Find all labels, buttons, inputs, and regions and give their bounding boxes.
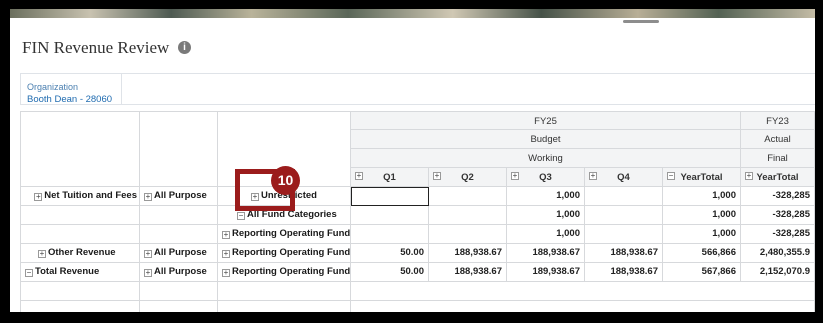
pov-divider bbox=[121, 74, 122, 105]
page-title: FIN Revenue Review bbox=[22, 38, 170, 57]
empty-cell bbox=[218, 282, 351, 301]
expand-icon[interactable]: + bbox=[589, 172, 597, 180]
column-header-year: FY25 bbox=[351, 111, 741, 130]
row-header-purpose bbox=[140, 225, 218, 244]
expand-icon[interactable]: + bbox=[355, 172, 363, 180]
data-cell[interactable]: -328,285 bbox=[741, 206, 815, 225]
expand-icon[interactable]: + bbox=[144, 269, 152, 277]
empty-cell bbox=[20, 301, 140, 312]
data-cell[interactable] bbox=[351, 225, 429, 244]
data-cell[interactable] bbox=[429, 206, 507, 225]
expand-icon[interactable]: + bbox=[222, 231, 230, 239]
row-header-account bbox=[20, 206, 140, 225]
column-header-scenario: Budget bbox=[351, 130, 741, 149]
grid-corner bbox=[20, 111, 140, 187]
data-cell[interactable]: 1,000 bbox=[507, 225, 585, 244]
expand-icon[interactable]: + bbox=[144, 193, 152, 201]
data-cell[interactable]: 188,938.67 bbox=[429, 244, 507, 263]
screenshot-frame: FIN Revenue Review i Organization Booth … bbox=[3, 3, 820, 320]
header-banner-image bbox=[10, 9, 815, 18]
column-header-period[interactable]: + YearTotal bbox=[741, 168, 815, 187]
row-header-account[interactable]: + Other Revenue bbox=[20, 244, 140, 263]
data-cell[interactable] bbox=[429, 225, 507, 244]
expand-icon[interactable]: + bbox=[38, 250, 46, 258]
expand-icon[interactable]: + bbox=[222, 250, 230, 258]
row-header-account[interactable]: − Total Revenue bbox=[20, 263, 140, 282]
data-cell[interactable]: 189,938.67 bbox=[507, 263, 585, 282]
data-cell[interactable]: 188,938.67 bbox=[429, 263, 507, 282]
row-header-purpose[interactable]: + All Purpose bbox=[140, 263, 218, 282]
data-cell[interactable] bbox=[585, 206, 663, 225]
data-cell[interactable]: 1,000 bbox=[663, 225, 741, 244]
empty-cell bbox=[218, 301, 351, 312]
data-cell[interactable]: 1,000 bbox=[507, 187, 585, 206]
data-cell[interactable] bbox=[351, 187, 429, 206]
data-cell[interactable]: 1,000 bbox=[663, 187, 741, 206]
row-header-fund[interactable]: + Reporting Operating Fund bbox=[218, 244, 351, 263]
pov-organization-value[interactable]: Booth Dean - 28060 bbox=[27, 94, 112, 105]
expand-icon[interactable]: + bbox=[222, 269, 230, 277]
pov-organization-label: Organization bbox=[27, 82, 79, 92]
empty-cell bbox=[351, 282, 815, 301]
row-header-fund[interactable]: + Reporting Operating Fund bbox=[218, 263, 351, 282]
row-header-purpose[interactable]: + All Purpose bbox=[140, 244, 218, 263]
column-header-period[interactable]: + Q2 bbox=[429, 168, 507, 187]
data-cell[interactable]: 1,000 bbox=[663, 206, 741, 225]
expand-icon[interactable]: + bbox=[433, 172, 441, 180]
data-cell[interactable]: 1,000 bbox=[507, 206, 585, 225]
column-header-version: Final bbox=[741, 149, 815, 168]
data-cell[interactable]: 188,938.67 bbox=[585, 263, 663, 282]
collapse-icon[interactable]: − bbox=[25, 269, 33, 277]
collapse-icon[interactable]: − bbox=[667, 172, 675, 180]
column-header-period[interactable]: − YearTotal bbox=[663, 168, 741, 187]
row-header-account[interactable]: + Net Tuition and Fees bbox=[20, 187, 140, 206]
empty-cell bbox=[351, 301, 815, 312]
data-grid: FY25 FY23 Budget Actual Working Final + Q… bbox=[20, 111, 815, 312]
column-header-year: FY23 bbox=[741, 111, 815, 130]
app-window: FIN Revenue Review i Organization Booth … bbox=[10, 9, 815, 312]
data-cell[interactable]: 188,938.67 bbox=[507, 244, 585, 263]
callout-step-badge: 10 bbox=[271, 166, 300, 195]
data-cell[interactable]: -328,285 bbox=[741, 225, 815, 244]
info-icon[interactable]: i bbox=[178, 41, 191, 54]
row-header-purpose bbox=[140, 206, 218, 225]
data-cell[interactable]: -328,285 bbox=[741, 187, 815, 206]
data-cell[interactable]: 188,938.67 bbox=[585, 244, 663, 263]
column-header-scenario: Actual bbox=[741, 130, 815, 149]
data-cell[interactable]: 2,480,355.9 bbox=[741, 244, 815, 263]
column-header-version: Working bbox=[351, 149, 741, 168]
column-header-period[interactable]: + Q3 bbox=[507, 168, 585, 187]
column-header-period[interactable]: + Q4 bbox=[585, 168, 663, 187]
collapse-icon[interactable]: − bbox=[237, 212, 245, 220]
expand-icon[interactable]: + bbox=[745, 172, 753, 180]
expand-icon[interactable]: + bbox=[144, 250, 152, 258]
grid-corner bbox=[140, 111, 218, 187]
empty-cell bbox=[140, 301, 218, 312]
row-header-account bbox=[20, 225, 140, 244]
empty-cell bbox=[20, 282, 140, 301]
data-cell[interactable]: 50.00 bbox=[351, 263, 429, 282]
data-cell[interactable]: 567,866 bbox=[663, 263, 741, 282]
drag-handle[interactable] bbox=[623, 20, 659, 23]
row-header-purpose[interactable]: + All Purpose bbox=[140, 187, 218, 206]
data-cell[interactable]: 566,866 bbox=[663, 244, 741, 263]
row-header-fund[interactable]: + Reporting Operating Fund bbox=[218, 225, 351, 244]
data-cell[interactable]: 50.00 bbox=[351, 244, 429, 263]
empty-cell bbox=[140, 282, 218, 301]
column-header-period[interactable]: + Q1 bbox=[351, 168, 429, 187]
pov-bar: Organization Booth Dean - 28060 bbox=[20, 73, 815, 105]
data-cell[interactable] bbox=[585, 225, 663, 244]
data-cell[interactable] bbox=[585, 187, 663, 206]
data-cell[interactable]: 2,152,070.9 bbox=[741, 263, 815, 282]
data-cell[interactable] bbox=[429, 187, 507, 206]
expand-icon[interactable]: + bbox=[511, 172, 519, 180]
expand-icon[interactable]: + bbox=[34, 193, 43, 201]
data-cell[interactable] bbox=[351, 206, 429, 225]
